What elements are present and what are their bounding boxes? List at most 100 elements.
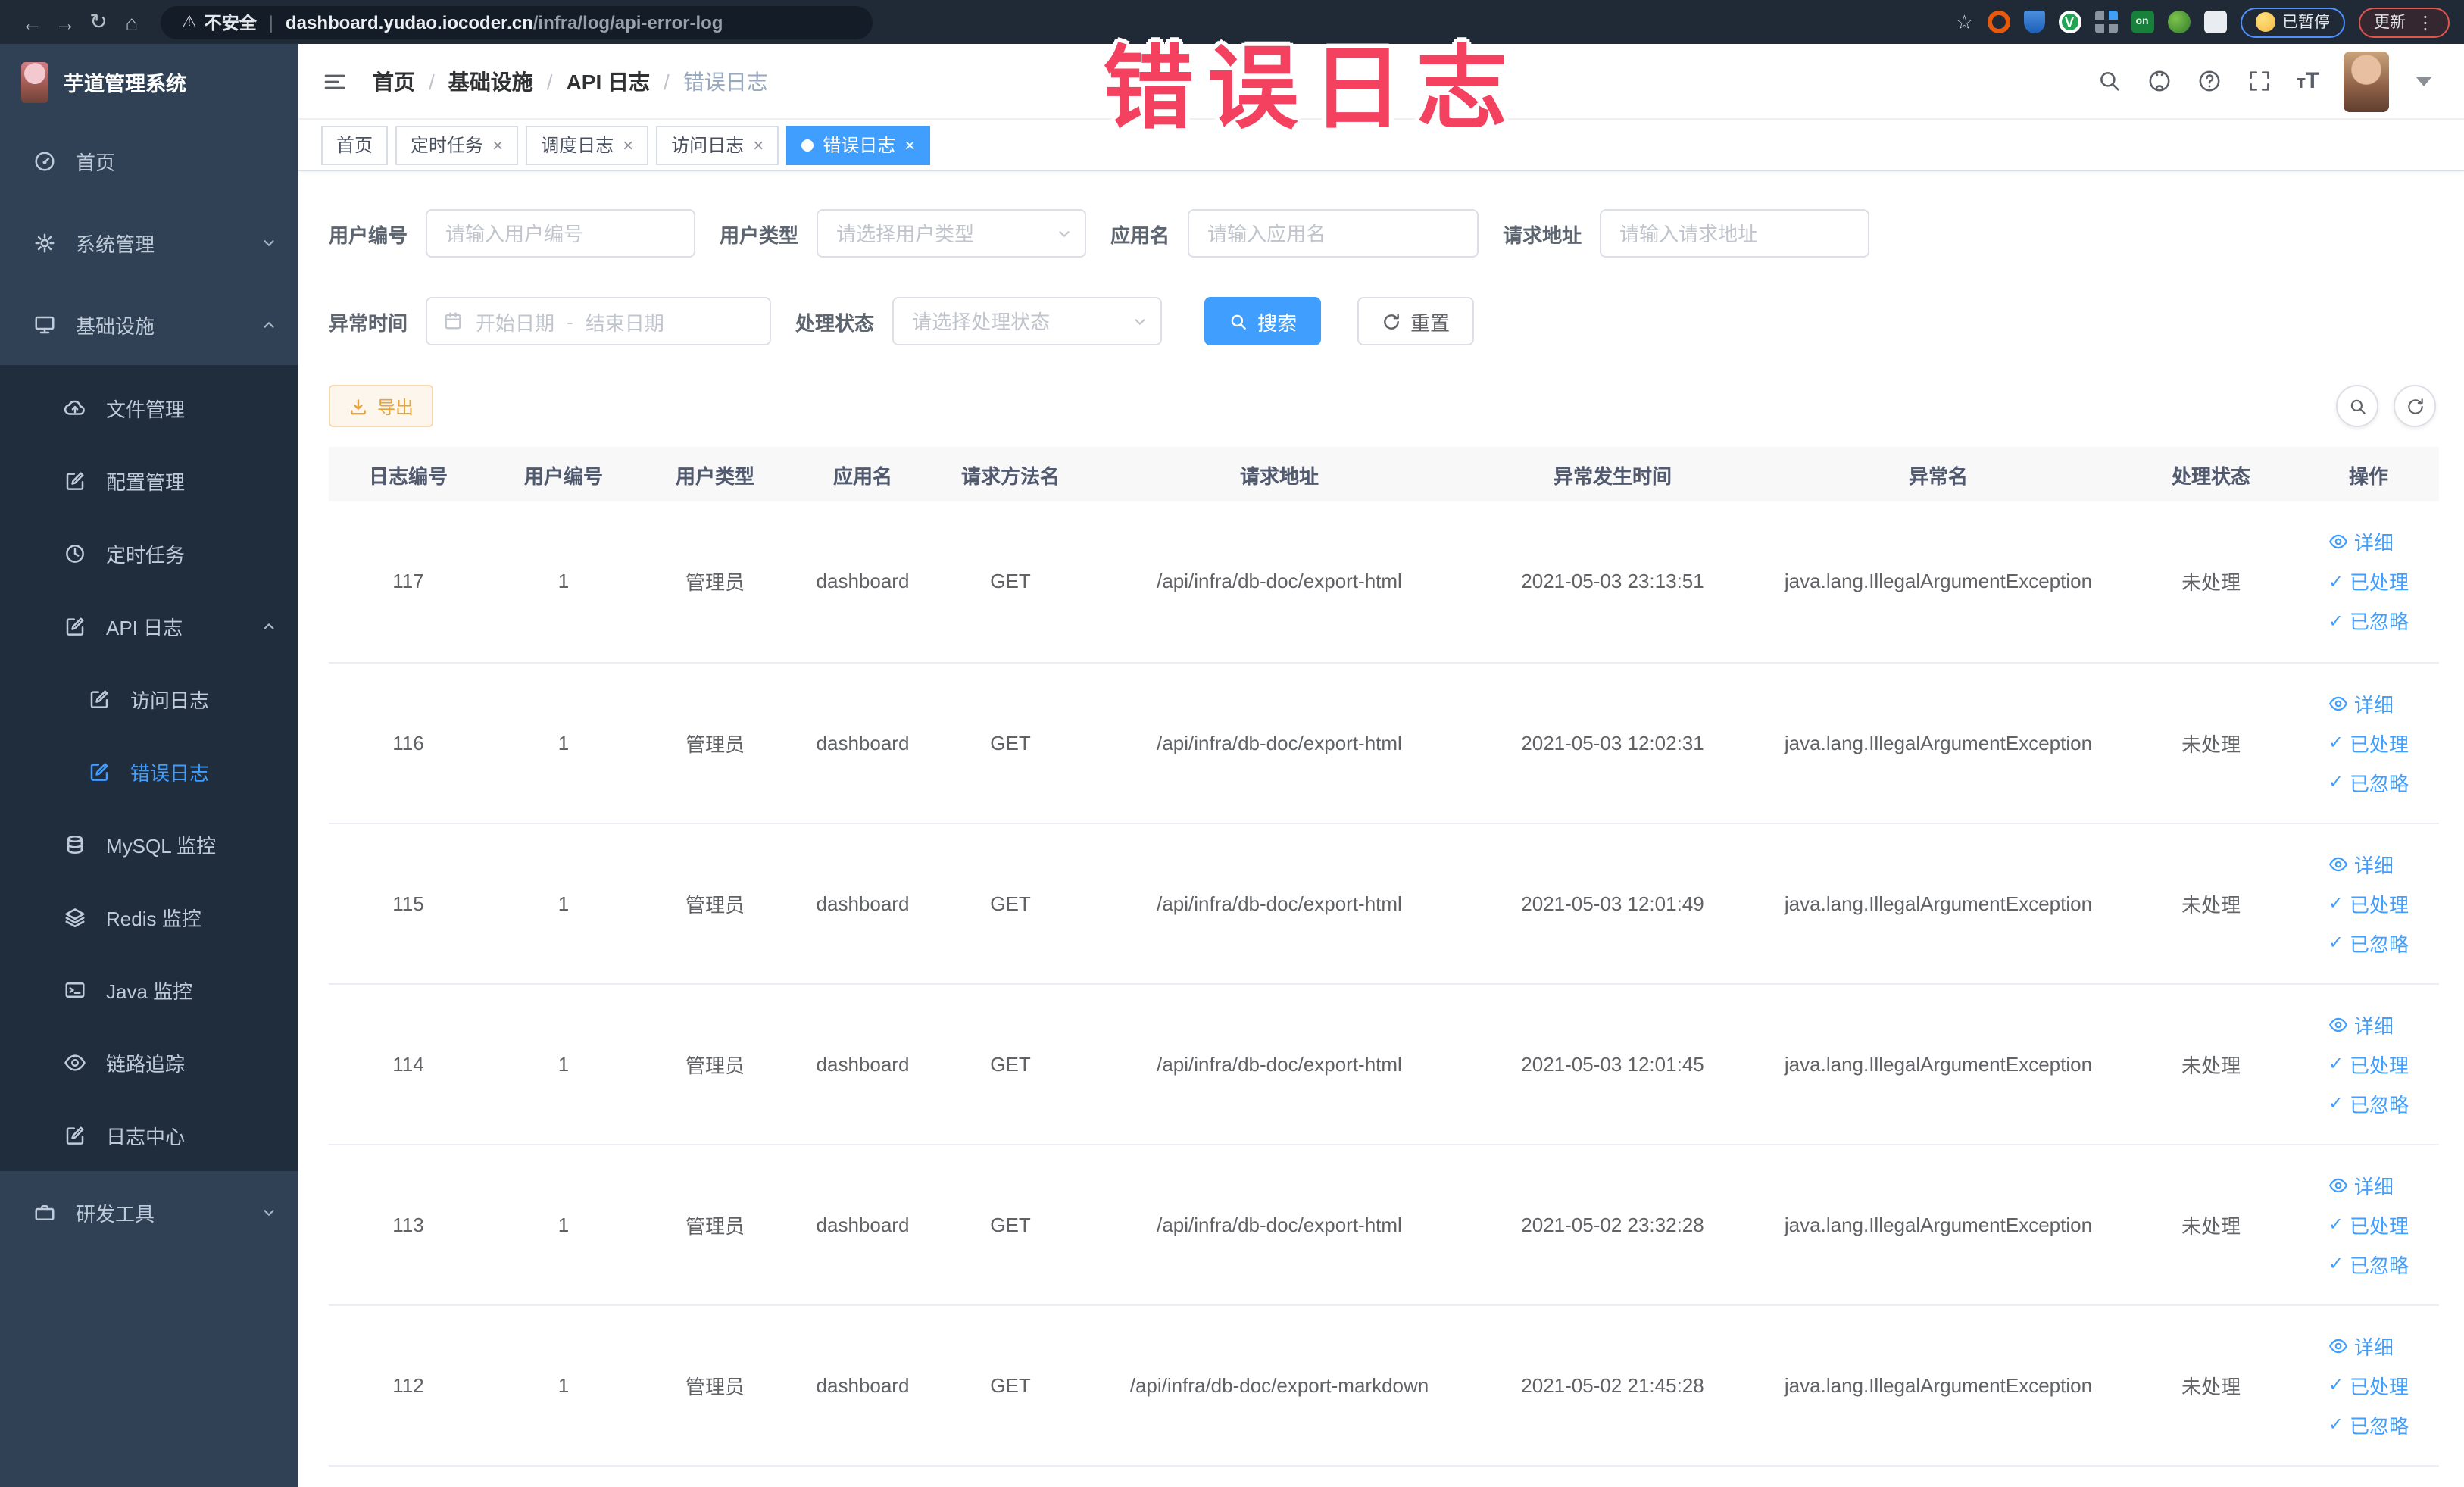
- browser-forward-button[interactable]: →: [48, 5, 82, 39]
- refresh-button[interactable]: [2394, 385, 2436, 427]
- cell-app-name: dashboard: [791, 823, 935, 984]
- avatar-caret-icon[interactable]: [2416, 77, 2431, 86]
- sidebar-item-mysql-monitor[interactable]: MySQL 监控: [0, 808, 298, 880]
- reset-button[interactable]: 重置: [1357, 297, 1475, 345]
- sidebar-item-tracing[interactable]: 链路追踪: [0, 1026, 298, 1098]
- sidebar-item-system[interactable]: 系统管理: [0, 201, 298, 283]
- table-toolbar: 导出: [329, 385, 2464, 427]
- tab-schedule-log[interactable]: 调度日志 ×: [526, 125, 649, 164]
- sidebar-item-access-log[interactable]: 访问日志: [0, 662, 298, 735]
- close-icon[interactable]: ×: [753, 134, 764, 155]
- hamburger-icon[interactable]: [321, 69, 348, 93]
- request-url-input[interactable]: [1600, 209, 1870, 258]
- action-detail-link[interactable]: 详细: [2328, 528, 2394, 557]
- sidebar-item-infra[interactable]: 基础设施: [0, 283, 298, 365]
- cell-app-name: dashboard: [791, 1304, 935, 1466]
- close-icon[interactable]: ×: [492, 134, 503, 155]
- user-avatar[interactable]: [2344, 51, 2389, 111]
- extension-icon-leaf[interactable]: [2167, 11, 2190, 33]
- close-icon[interactable]: ×: [904, 134, 915, 155]
- edit-icon: [88, 760, 111, 783]
- breadcrumb-api-log[interactable]: API 日志: [567, 66, 650, 96]
- sidebar-item-file-mgmt[interactable]: 文件管理: [0, 371, 298, 444]
- sidebar-item-log-center[interactable]: 日志中心: [0, 1098, 298, 1171]
- sidebar-item-config-mgmt[interactable]: 配置管理: [0, 444, 298, 517]
- action-ignored-link[interactable]: ✓ 已忽略: [2328, 1410, 2409, 1439]
- browser-menu-icon[interactable]: ⋮: [2416, 11, 2434, 33]
- extension-icon-green-v[interactable]: V: [2058, 11, 2081, 33]
- sidebar-item-error-log[interactable]: 错误日志: [0, 735, 298, 808]
- action-processed-link[interactable]: ✓ 已处理: [2328, 1049, 2409, 1078]
- cell-exception-time: 2021-05-02 23:32:28: [1472, 1144, 1753, 1305]
- check-icon: ✓: [2328, 1092, 2344, 1114]
- col-app-name: 应用名: [791, 447, 935, 501]
- action-ignored-link[interactable]: ✓ 已忽略: [2328, 607, 2409, 636]
- filter-user-id: 用户编号: [329, 209, 696, 258]
- close-icon[interactable]: ×: [623, 134, 633, 155]
- paused-badge[interactable]: 已暂停: [2240, 7, 2345, 37]
- export-button[interactable]: 导出: [329, 385, 434, 427]
- sidebar-item-scheduled-tasks[interactable]: 定时任务: [0, 517, 298, 589]
- app-name-input[interactable]: [1188, 209, 1479, 258]
- user-id-input[interactable]: [426, 209, 696, 258]
- cell-process-status: 未处理: [2124, 501, 2298, 663]
- sidebar-item-dev-tools[interactable]: 研发工具: [0, 1171, 298, 1253]
- browser-back-button[interactable]: ←: [15, 5, 48, 39]
- breadcrumb-home[interactable]: 首页: [373, 66, 415, 96]
- user-type-select-input[interactable]: [817, 209, 1087, 258]
- table-row: 116 1 管理员 dashboard GET /api/infra/db-do…: [329, 662, 2439, 823]
- action-processed-link[interactable]: ✓ 已处理: [2328, 1210, 2409, 1239]
- process-status-select[interactable]: [892, 297, 1163, 345]
- update-badge[interactable]: 更新 ⋮: [2359, 7, 2450, 37]
- search-button[interactable]: 搜索: [1204, 297, 1322, 345]
- check-icon: ✓: [2328, 1053, 2344, 1074]
- extension-icon-shield[interactable]: [2023, 11, 2044, 33]
- tab-access-log[interactable]: 访问日志 ×: [656, 125, 779, 164]
- sidebar-item-java-monitor[interactable]: Java 监控: [0, 953, 298, 1026]
- user-type-select[interactable]: [817, 209, 1087, 258]
- action-processed-link[interactable]: ✓ 已处理: [2328, 1370, 2409, 1399]
- breadcrumb-separator: /: [546, 69, 553, 93]
- extension-icon-orange[interactable]: [1987, 11, 2010, 33]
- extension-icon-on[interactable]: on: [2131, 11, 2153, 33]
- bookmark-star-icon[interactable]: ☆: [1956, 10, 1973, 34]
- tab-scheduled-tasks[interactable]: 定时任务 ×: [395, 125, 519, 164]
- sidebar-item-home[interactable]: 首页: [0, 120, 298, 201]
- action-ignored-link[interactable]: ✓ 已忽略: [2328, 1089, 2409, 1117]
- date-range-picker[interactable]: 开始日期 - 结束日期: [426, 297, 772, 345]
- sidebar-item-api-log[interactable]: API 日志: [0, 589, 298, 662]
- cell-method: GET: [935, 823, 1086, 984]
- action-ignored-link[interactable]: ✓ 已忽略: [2328, 1249, 2409, 1278]
- tab-error-log[interactable]: 错误日志 ×: [786, 125, 931, 164]
- filter-label: 用户编号: [329, 223, 408, 246]
- sidebar-item-redis-monitor[interactable]: Redis 监控: [0, 880, 298, 953]
- toggle-search-button[interactable]: [2336, 385, 2378, 427]
- end-date-placeholder: 结束日期: [585, 311, 664, 334]
- cell-exception-time: 2021-05-03 12:01:45: [1472, 983, 1753, 1145]
- address-bar[interactable]: ⚠ 不安全 | dashboard.yudao.iocoder.cn/infra…: [161, 5, 873, 39]
- help-icon[interactable]: [2197, 68, 2223, 94]
- action-detail-link[interactable]: 详细: [2328, 689, 2394, 717]
- action-ignored-link[interactable]: ✓ 已忽略: [2328, 928, 2409, 957]
- browser-reload-button[interactable]: ↻: [82, 5, 115, 39]
- extensions-puzzle-icon[interactable]: [2203, 11, 2226, 33]
- search-icon[interactable]: [2097, 68, 2123, 94]
- cell-app-name: dashboard: [791, 1144, 935, 1305]
- action-processed-link[interactable]: ✓ 已处理: [2328, 889, 2409, 917]
- text-size-icon[interactable]: TT: [2297, 70, 2319, 92]
- action-detail-link[interactable]: 详细: [2328, 849, 2394, 878]
- action-processed-link[interactable]: ✓ 已处理: [2328, 567, 2409, 596]
- tab-home[interactable]: 首页: [321, 125, 389, 164]
- breadcrumb-infra[interactable]: 基础设施: [448, 66, 533, 96]
- browser-home-button[interactable]: ⌂: [115, 5, 148, 39]
- extension-icon-grid[interactable]: [2094, 11, 2117, 33]
- fullscreen-icon[interactable]: [2247, 68, 2273, 94]
- github-icon[interactable]: [2147, 68, 2173, 94]
- action-detail-link[interactable]: 详细: [2328, 1331, 2394, 1360]
- process-status-select-input[interactable]: [892, 297, 1163, 345]
- action-detail-link[interactable]: 详细: [2328, 1010, 2394, 1039]
- action-processed-link[interactable]: ✓ 已处理: [2328, 728, 2409, 757]
- action-ignored-link[interactable]: ✓ 已忽略: [2328, 767, 2409, 796]
- action-detail-link[interactable]: 详细: [2328, 1170, 2394, 1199]
- app-logo[interactable]: 芋道管理系统: [0, 44, 298, 120]
